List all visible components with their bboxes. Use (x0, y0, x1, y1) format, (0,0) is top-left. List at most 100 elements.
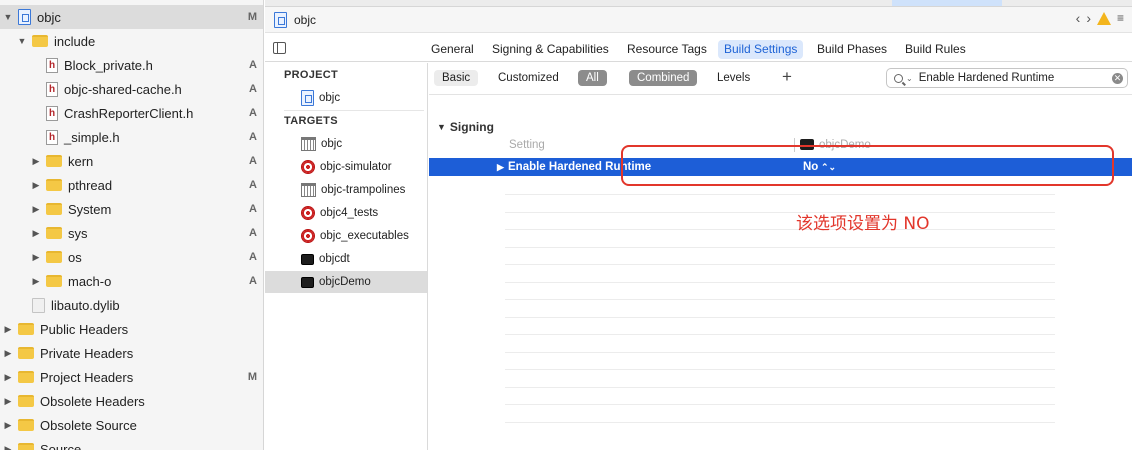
target-item[interactable]: objc4_tests (265, 202, 427, 224)
navigator-item[interactable]: libauto.dylib (0, 293, 263, 317)
filter-customized-button[interactable]: Customized (490, 70, 567, 86)
annotation-text: 该选项设置为 NO (796, 214, 930, 234)
folder-icon (46, 179, 62, 191)
navigator-item[interactable]: ▶ Source (0, 437, 263, 450)
project-icon (301, 90, 314, 106)
setting-column-header: Setting (509, 139, 545, 151)
filter-all-button[interactable]: All (578, 70, 607, 86)
target-item[interactable]: objc-trampolines (265, 179, 427, 201)
section-divider (284, 110, 424, 111)
navigator-item[interactable]: ▶ kern A (0, 149, 263, 173)
disclosure-triangle-right-icon[interactable]: ▶ (30, 156, 42, 167)
disclosure-triangle-right-icon[interactable]: ▶ (2, 420, 14, 431)
search-field[interactable]: ⌄ Enable Hardened Runtime ✕ (886, 68, 1128, 88)
navigator-item[interactable]: ▶ System A (0, 197, 263, 221)
target-item[interactable]: objcdt (265, 248, 427, 270)
table-grid-line (505, 246, 1055, 248)
filter-basic-button[interactable]: Basic (434, 70, 479, 86)
navigator-item-label: pthread (68, 177, 113, 193)
terminal-icon (301, 276, 314, 288)
table-grid-line (505, 264, 1055, 265)
source-control-badge: A (249, 179, 257, 191)
navigator-item[interactable]: h CrashReporterClient.h A (0, 101, 263, 125)
framework-icon (301, 183, 316, 197)
navigator-item[interactable]: ▶ Public Headers (0, 317, 263, 341)
jump-bar-title[interactable]: objc (294, 13, 316, 27)
lines-icon[interactable]: ≡ (1117, 11, 1124, 25)
navigator-item[interactable]: ▶ Obsolete Headers (0, 389, 263, 413)
warning-icon[interactable] (1096, 11, 1111, 25)
project-item[interactable]: objc (265, 87, 427, 109)
target-item[interactable]: objc-simulator (265, 156, 427, 178)
table-grid-line (505, 421, 1055, 423)
tab-general[interactable]: General (425, 40, 480, 59)
navigator-item[interactable]: ▶ Project Headers M (0, 365, 263, 389)
search-input[interactable]: Enable Hardened Runtime (919, 72, 1055, 84)
disclosure-triangle-right-icon[interactable]: ▶ (2, 372, 14, 383)
chevron-right-icon[interactable]: › (1086, 10, 1091, 26)
source-control-badge: A (249, 83, 257, 95)
project-editor: objc ‹ › ≡ General Signing & Capabilitie… (265, 0, 1132, 450)
target-icon (301, 160, 315, 174)
target-item[interactable]: objc_executables (265, 225, 427, 247)
navigator-item-label: objc (37, 9, 61, 25)
signing-group-title: Signing (449, 120, 494, 134)
navigator-item-label: Obsolete Headers (40, 393, 145, 409)
disclosure-triangle-right-icon[interactable]: ▶ (30, 252, 42, 263)
navigator-item-label: include (54, 33, 96, 49)
table-grid-line (505, 229, 1055, 230)
navigator-item[interactable]: h Block_private.h A (0, 53, 263, 77)
disclosure-triangle-down-icon[interactable]: ▼ (16, 36, 28, 46)
view-combined-button[interactable]: Combined (629, 70, 698, 86)
sidebar-toggle-icon[interactable] (273, 42, 286, 54)
targets-list: PROJECT objc TARGETS objc objc-simulator o… (265, 63, 428, 450)
navigator-item-label: Private Headers (40, 345, 134, 361)
tab-build-settings[interactable]: Build Settings (718, 40, 804, 59)
signing-group-header[interactable]: ▼ Signing (437, 120, 494, 134)
target-item-label: objcDemo (319, 276, 371, 288)
source-control-badge: A (249, 227, 257, 239)
navigator-item[interactable]: h _simple.h A (0, 125, 263, 149)
navigator-item[interactable]: ▶ pthread A (0, 173, 263, 197)
jump-bar: objc ‹ › ≡ (265, 7, 1132, 33)
disclosure-triangle-right-icon[interactable]: ▶ (30, 180, 42, 191)
project-item-label: objc (319, 92, 341, 104)
navigator-item[interactable]: ▶ os A (0, 245, 263, 269)
navigator-item[interactable]: ▶ Obsolete Source (0, 413, 263, 437)
navigator-item-label: Public Headers (40, 321, 129, 337)
target-item[interactable]: objcDemo (265, 271, 427, 293)
disclosure-triangle-right-icon[interactable]: ▶ (497, 162, 504, 173)
view-levels-button[interactable]: Levels (709, 70, 758, 86)
target-item[interactable]: objc (265, 133, 427, 155)
navigator-item[interactable]: ▼ objc M (0, 5, 263, 29)
disclosure-triangle-down-icon[interactable]: ▼ (2, 12, 14, 22)
table-grid-line (505, 369, 1055, 370)
navigator-item[interactable]: h objc-shared-cache.h A (0, 77, 263, 101)
folder-icon (18, 419, 34, 431)
add-setting-button[interactable]: + (782, 67, 792, 87)
disclosure-triangle-right-icon[interactable]: ▶ (2, 396, 14, 407)
disclosure-triangle-right-icon[interactable]: ▶ (2, 348, 14, 359)
navigator-item[interactable]: ▶ Private Headers (0, 341, 263, 365)
disclosure-triangle-right-icon[interactable]: ▶ (30, 204, 42, 215)
disclosure-triangle-right-icon[interactable]: ▶ (2, 324, 14, 335)
table-grid-line (505, 334, 1055, 335)
tab-build-phases[interactable]: Build Phases (811, 40, 893, 59)
navigator-item[interactable]: ▶ sys A (0, 221, 263, 245)
target-item-label: objc4_tests (320, 207, 379, 219)
tab-resource-tags[interactable]: Resource Tags (621, 40, 713, 59)
navigator-item[interactable]: ▶ mach-o A (0, 269, 263, 293)
active-window-tab[interactable] (892, 0, 1002, 6)
clear-search-icon[interactable]: ✕ (1112, 73, 1123, 84)
tab-signing-capabilities[interactable]: Signing & Capabilities (486, 40, 615, 59)
source-control-badge: A (249, 131, 257, 143)
disclosure-triangle-right-icon[interactable]: ▶ (30, 228, 42, 239)
chevron-left-icon[interactable]: ‹ (1076, 10, 1081, 26)
target-item-label: objc_executables (320, 230, 409, 242)
disclosure-triangle-down-icon[interactable]: ▼ (437, 122, 446, 132)
tab-build-rules[interactable]: Build Rules (899, 40, 972, 59)
disclosure-triangle-right-icon[interactable]: ▶ (30, 276, 42, 287)
disclosure-triangle-right-icon[interactable]: ▶ (2, 444, 14, 450)
navigator-item[interactable]: ▼ include (0, 29, 263, 53)
source-control-badge: A (249, 203, 257, 215)
